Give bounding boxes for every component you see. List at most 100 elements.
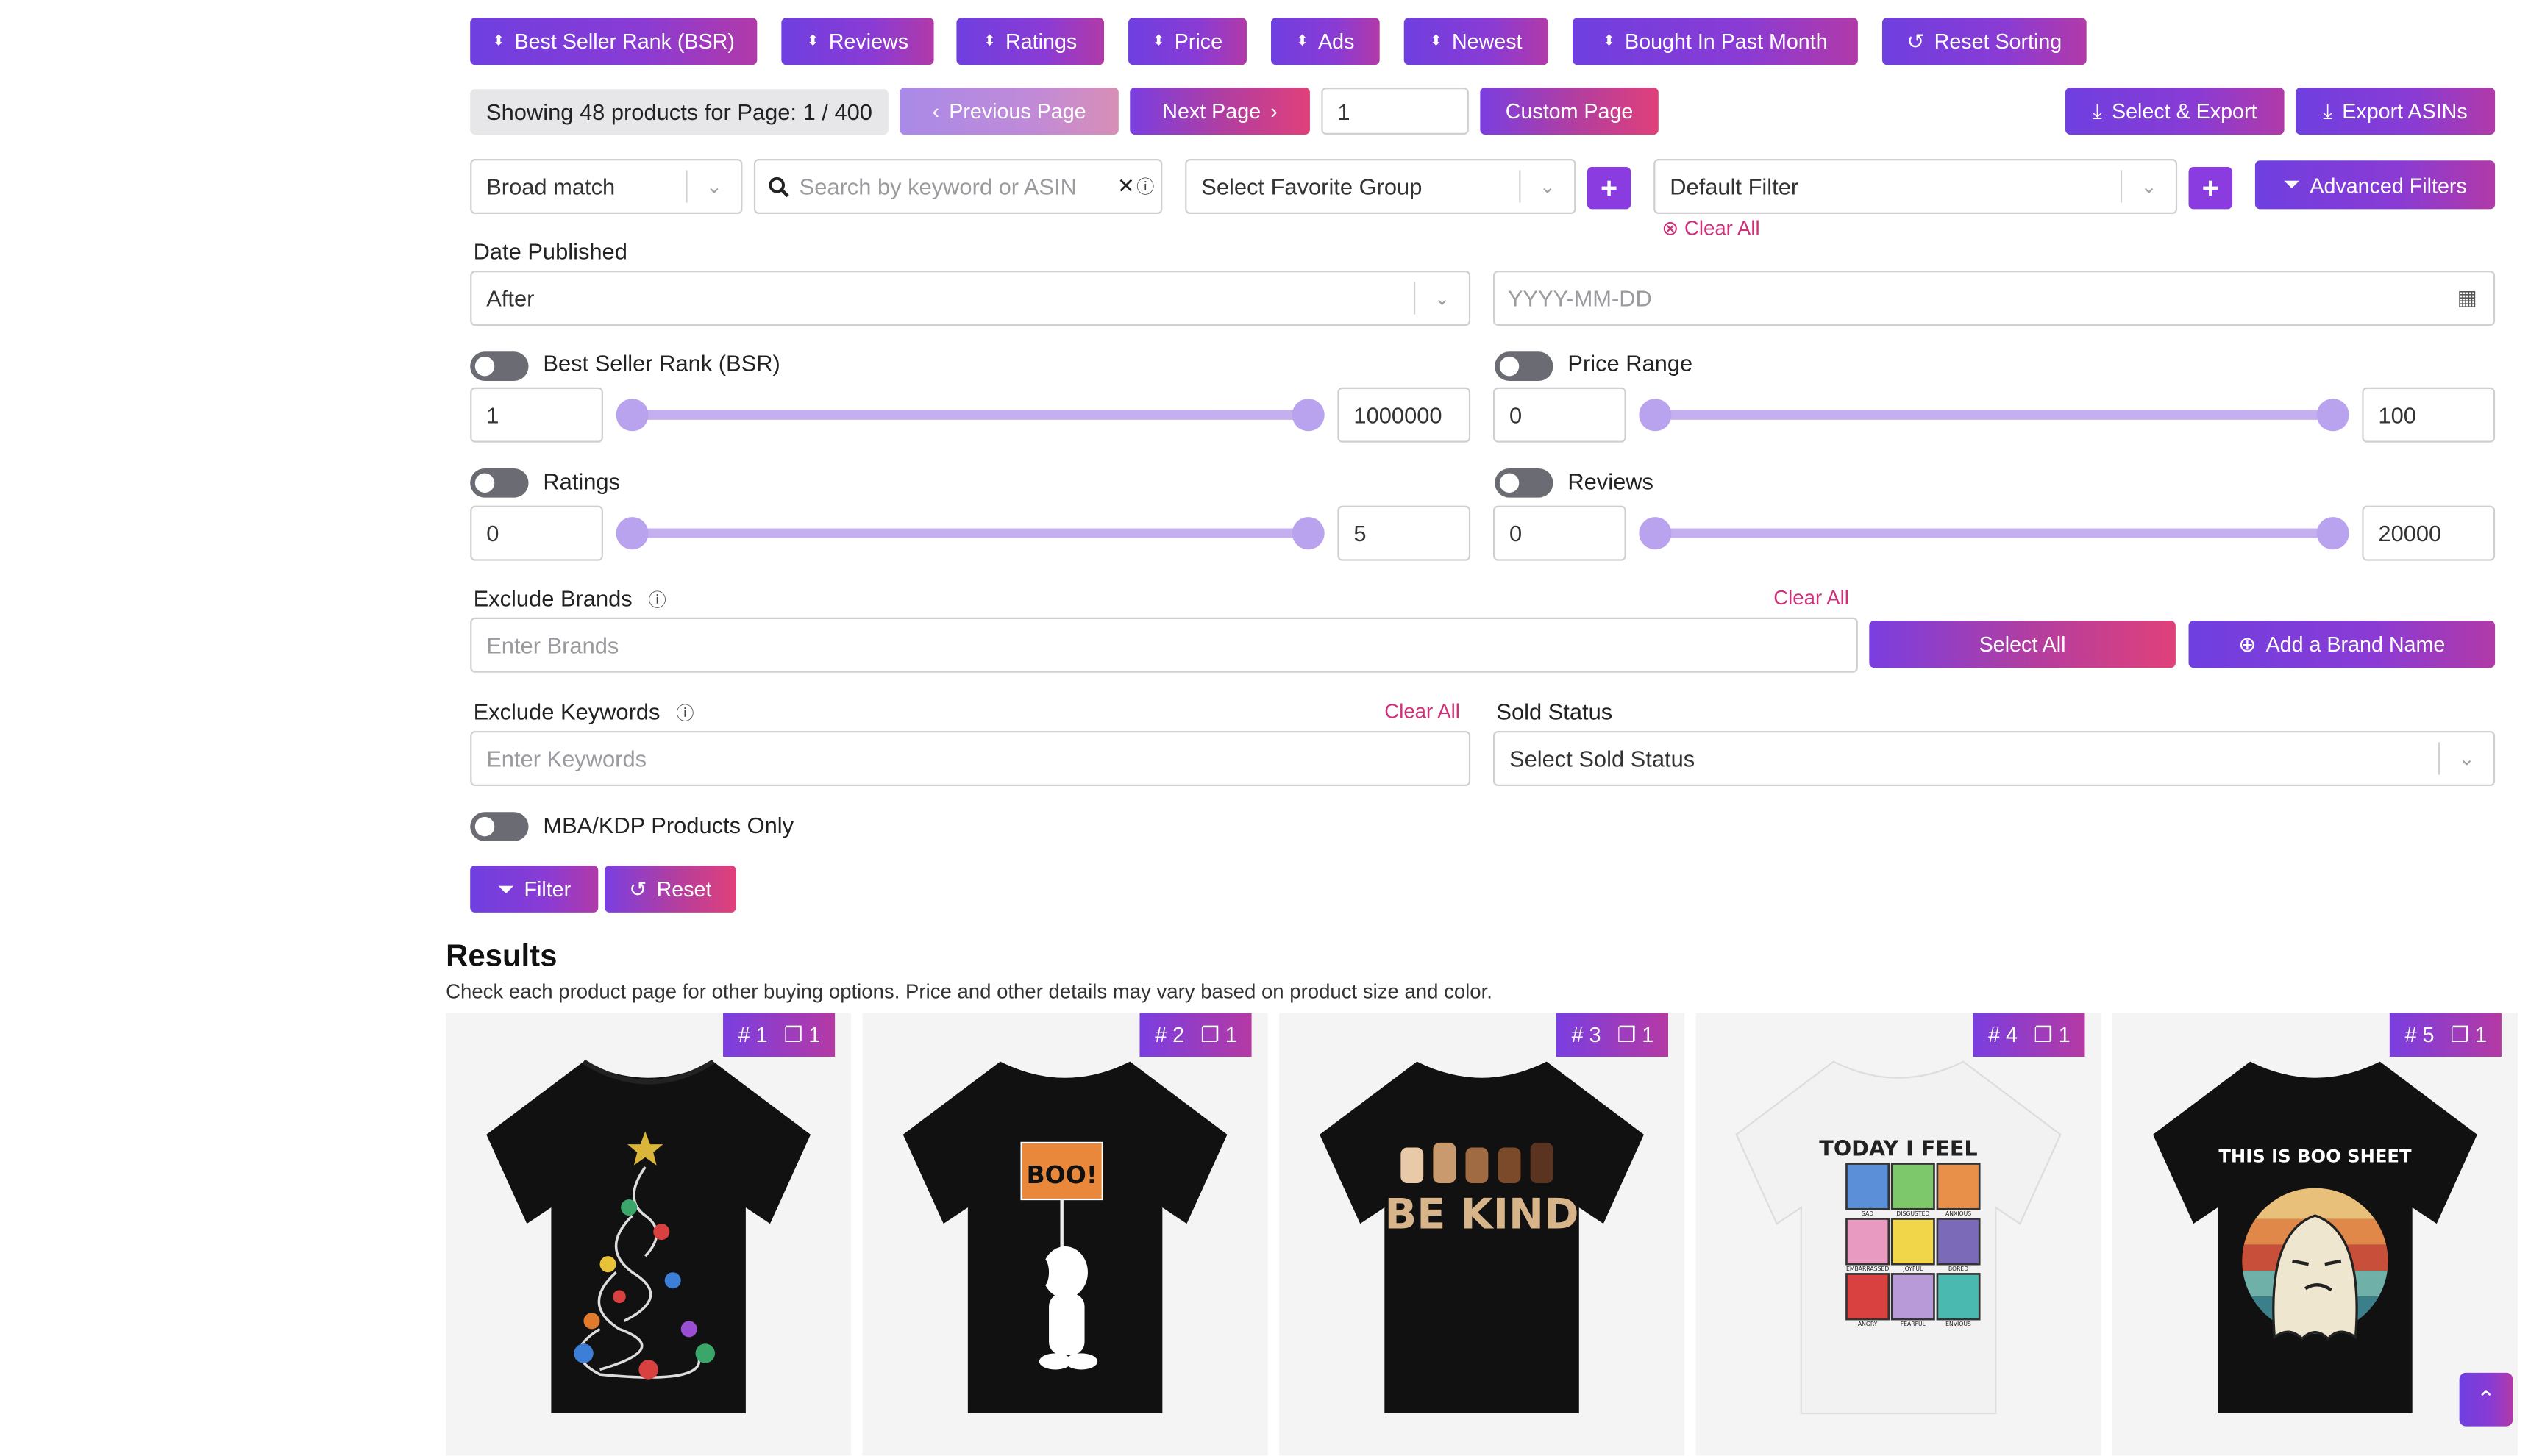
reviews-slider-min-handle[interactable] [1639,517,1672,550]
select-export-button[interactable]: ⤓ Select & Export [2065,88,2285,135]
next-page-button[interactable]: Next Page › [1130,88,1310,135]
results-subtext: Check each product page for other buying… [446,980,1492,1004]
ratings-label: Ratings [543,468,620,495]
ratings-max-input[interactable]: 5 [1337,505,1471,561]
sold-status-select[interactable]: Select Sold Status ⌄ [1492,731,2496,786]
grid-label: FEARFUL [1901,1321,1926,1327]
previous-page-button[interactable]: ‹ Previous Page [900,88,1119,135]
ratings-toggle[interactable] [470,468,529,498]
sort-bsr-button[interactable]: ⬍ Best Seller Rank (BSR) [470,18,758,65]
exclude-keywords-input[interactable]: Enter Keywords [470,731,1471,786]
advanced-filters-button[interactable]: ⏷ Advanced Filters [2254,160,2496,210]
chevron-right-icon: › [1270,99,1278,124]
dna-christmas-tree-icon [486,1059,811,1413]
product-card[interactable]: # 2 ❐ 1 BOO! [862,1013,1268,1456]
copy-icon: ❐ [2034,1021,2053,1046]
exclude-brands-input[interactable]: Enter Brands [470,617,1858,673]
mba-kdp-toggle[interactable] [470,812,529,841]
product-card[interactable]: # 4 ❐ 1 TODAY I FEEL SAD DISGUSTED ANXIO… [1695,1013,2101,1456]
filter-preset-select[interactable]: Default Filter ⌄ [1653,159,2178,214]
be-kind-hands-icon: BE KIND [1320,1061,1644,1413]
sort-ratings-button[interactable]: ⬍ Ratings [956,18,1104,65]
product-card[interactable]: # 5 ❐ 1 THIS IS BOO SHEET [2112,1013,2518,1456]
grid-label: SAD [1862,1210,1873,1217]
chevron-left-icon: ‹ [932,99,940,124]
custom-page-button[interactable]: Custom Page [1480,88,1659,135]
add-filter-button[interactable]: + [2188,167,2233,210]
info-icon: ⓘ [676,704,694,725]
ratings-min-input[interactable]: 0 [470,505,603,561]
bsr-toggle[interactable] [470,351,529,381]
price-toggle[interactable] [1495,351,1553,381]
search-icon [769,176,790,197]
grid-label: ANGRY [1858,1321,1878,1327]
search-input[interactable]: Search by keyword or ASIN ✕ ⓘ [753,159,1163,214]
ratings-slider-min-handle[interactable] [616,517,649,550]
bsr-slider-min-handle[interactable] [616,399,649,432]
price-slider-max-handle[interactable] [2316,399,2349,432]
reset-button[interactable]: ↺ Reset [605,865,736,913]
date-mode-select[interactable]: After ⌄ [470,271,1471,326]
copy-icon: ❐ [1617,1021,1637,1046]
add-favorite-group-button[interactable]: + [1587,167,1631,210]
ratings-slider-track[interactable] [632,528,1309,538]
price-range-label: Price Range [1567,350,1693,377]
sold-status-label: Sold Status [1496,698,1613,725]
sort-newest-button[interactable]: ⬍ Newest [1403,18,1548,65]
add-brand-name-button[interactable]: ⊕ Add a Brand Name [2188,621,2496,668]
date-input[interactable]: YYYY-MM-DD ▦ [1492,271,2496,326]
exclude-keywords-clear-all-link[interactable]: Clear All [1384,700,1460,723]
sort-icon: ⬍ [1152,32,1165,49]
exclude-brands-clear-all-link[interactable]: Clear All [1773,587,1849,610]
sort-price-button[interactable]: ⬍ Price [1128,18,1247,65]
price-slider-min-handle[interactable] [1639,399,1672,432]
price-min-input[interactable]: 0 [1492,387,1626,443]
product-card[interactable]: # 3 ❐ 1 BE KIND [1279,1013,1685,1456]
calendar-icon[interactable]: ▦ [2457,285,2477,311]
chevron-down-icon: ⌄ [1413,282,1469,315]
sort-ads-button[interactable]: ⬍ Ads [1271,18,1380,65]
reviews-label: Reviews [1567,468,1653,495]
sort-icon: ⬍ [1296,32,1309,49]
price-slider-track[interactable] [1655,410,2333,420]
sort-icon: ⬍ [492,32,505,49]
ratings-slider-max-handle[interactable] [1292,517,1325,550]
price-max-input[interactable]: 100 [2362,387,2496,443]
mba-kdp-label: MBA/KDP Products Only [543,812,794,838]
reset-sorting-button[interactable]: ↺ Reset Sorting [1881,18,2087,65]
select-all-brands-button[interactable]: Select All [1869,621,2176,668]
page-number-input[interactable]: 1 [1321,88,1469,135]
bsr-max-input[interactable]: 1000000 [1337,387,1471,443]
rank-badge: # 3 ❐ 1 [1556,1013,1669,1057]
bsr-slider-track[interactable] [632,410,1309,420]
chevron-up-icon: ⌃ [2477,1385,2496,1412]
clear-all-filters-link[interactable]: ⊗ Clear All [1662,215,1759,240]
filter-icon: ⏷ [2283,171,2301,196]
reviews-max-input[interactable]: 20000 [2362,505,2496,561]
sort-bought-past-month-button[interactable]: ⬍ Bought In Past Month [1572,18,1858,65]
chevron-down-icon: ⌄ [2438,742,2493,775]
reviews-slider-track[interactable] [1655,528,2333,538]
print-text: TODAY I FEEL [1819,1136,1977,1161]
reviews-toggle[interactable] [1495,468,1553,498]
rank-badge: # 2 ❐ 1 [1140,1013,1252,1057]
grid-label: ENVIOUS [1945,1321,1971,1327]
filter-icon: ⏷ [497,876,515,901]
clear-search-icon[interactable]: ✕ [1117,174,1135,199]
chevron-down-icon: ⌄ [1519,170,1574,203]
product-card[interactable]: # 1 ❐ 1 [446,1013,852,1456]
bsr-slider-max-handle[interactable] [1292,399,1325,432]
copy-icon: ❐ [2450,1021,2470,1046]
scroll-to-top-button[interactable]: ⌃ [2459,1372,2513,1427]
sort-reviews-button[interactable]: ⬍ Reviews [781,18,934,65]
reviews-slider-max-handle[interactable] [2316,517,2349,550]
reviews-min-input[interactable]: 0 [1492,505,1626,561]
undo-icon: ↺ [1906,28,1925,53]
filter-button[interactable]: ⏷ Filter [470,865,599,913]
export-asins-button[interactable]: ⤓ Export ASINs [2296,88,2496,135]
copy-icon: ❐ [783,1021,803,1046]
bsr-min-input[interactable]: 1 [470,387,603,443]
boo-sign-dog-icon: BOO! [902,1061,1228,1413]
match-type-select[interactable]: Broad match ⌄ [470,159,743,214]
favorite-group-select[interactable]: Select Favorite Group ⌄ [1185,159,1576,214]
